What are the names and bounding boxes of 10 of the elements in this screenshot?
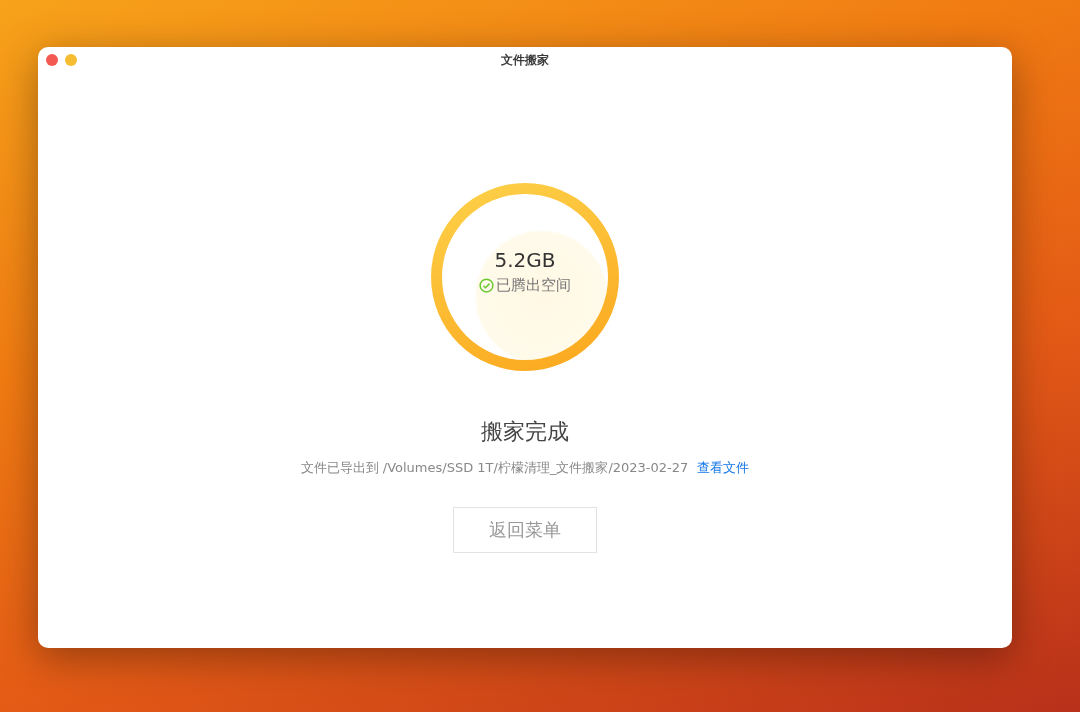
result-heading: 搬家完成 <box>481 418 569 446</box>
export-path-message: 文件已导出到 /Volumes/SSD 1T/柠檬清理_文件搬家/2023-02-27 <box>300 459 689 477</box>
close-button[interactable] <box>46 54 58 66</box>
minimize-button[interactable] <box>65 54 77 66</box>
back-to-menu-button[interactable]: 返回菜单 <box>453 507 597 553</box>
window-title: 文件搬家 <box>501 52 549 69</box>
freed-amount: 5.2GB <box>494 247 556 272</box>
check-icon <box>479 277 494 293</box>
status-label: 已腾出空间 <box>496 275 571 295</box>
view-files-link[interactable]: 查看文件 <box>697 459 750 477</box>
